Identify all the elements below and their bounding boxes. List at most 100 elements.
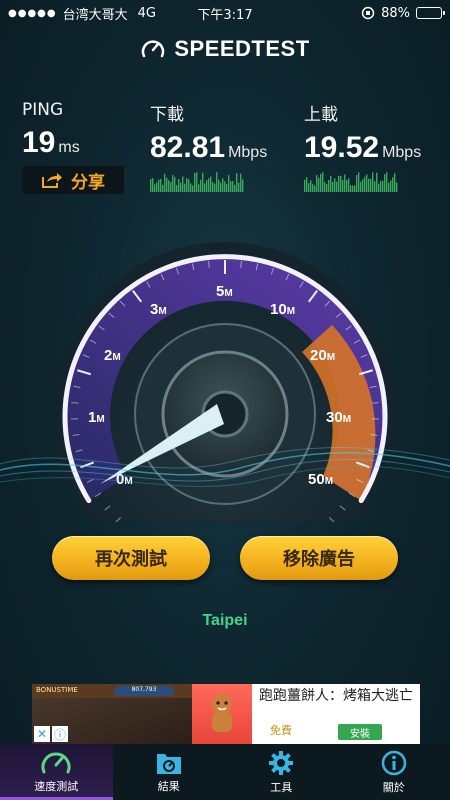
- sparkline-bar: [360, 181, 362, 192]
- sparkline-bar: [344, 174, 346, 192]
- sparkline-bar: [378, 183, 380, 192]
- carrier-name: 台湾大哥大: [62, 7, 128, 23]
- ad-controls: ✕ ⓘ: [34, 726, 68, 742]
- sparkline-bar: [226, 183, 228, 192]
- tab-about[interactable]: 關於: [338, 744, 450, 800]
- sparkline-bar: [340, 175, 342, 192]
- sparkline-bar: [388, 182, 390, 192]
- sparkline-bar: [374, 181, 376, 192]
- sparkline-bar: [234, 184, 236, 192]
- sparkline-bar: [372, 172, 374, 192]
- sparkline-bar: [306, 177, 308, 192]
- ad-app-icon[interactable]: [192, 684, 252, 744]
- sparkline-bar: [160, 178, 162, 192]
- sparkline-bar: [186, 178, 188, 192]
- ad-banner[interactable]: BONUSTIME 807,793 ✕ ⓘ 跑跑薑餅人：烤箱大逃亡 免費 安裝: [32, 684, 420, 744]
- remove-ads-button[interactable]: 移除廣告: [240, 536, 398, 580]
- sparkline-bar: [324, 181, 326, 192]
- ad-text[interactable]: 跑跑薑餅人：烤箱大逃亡 免費 安裝: [252, 684, 420, 744]
- sparkline-bar: [356, 174, 358, 192]
- tab-tools[interactable]: 工具: [225, 744, 338, 800]
- tab-label: 速度測試: [34, 779, 79, 793]
- upload-label: 上載: [304, 105, 338, 125]
- ad-close-icon[interactable]: ✕: [34, 726, 50, 742]
- sparkline-bar: [354, 185, 356, 192]
- speedometer-icon: [41, 752, 71, 773]
- ping-unit: ms: [58, 139, 80, 156]
- sparkline-bar: [314, 185, 316, 192]
- battery-percent: 88%: [381, 5, 410, 21]
- download-metric: 下載 82.81 Mbps: [150, 100, 267, 165]
- speedometer-logo-icon: [142, 40, 165, 58]
- sparkline-bar: [338, 176, 340, 192]
- sparkline-bar: [172, 175, 174, 192]
- sparkline-bar: [240, 173, 242, 192]
- download-unit: Mbps: [228, 144, 268, 161]
- gear-icon: [269, 751, 294, 775]
- sparkline-bar: [238, 182, 240, 192]
- sparkline-bar: [154, 184, 156, 192]
- sparkline-bar: [196, 172, 198, 192]
- sparkline-bar: [390, 180, 392, 192]
- sparkline-bar: [386, 172, 388, 192]
- download-sparkline: [150, 172, 244, 192]
- upload-value-row: 19.52 Mbps: [304, 131, 421, 165]
- sparkline-bar: [158, 179, 160, 192]
- sparkline-bar: [152, 178, 154, 192]
- sparkline-bar: [230, 181, 232, 192]
- status-bar: ●●●●● 台湾大哥大 4G 下午3:17 88%: [0, 0, 450, 26]
- tab-bar: 速度測試 結果 工具 關於: [0, 744, 450, 800]
- upload-sparkline: [304, 172, 398, 192]
- sparkline-bar: [316, 175, 318, 192]
- upload-metric: 上載 19.52 Mbps: [304, 100, 421, 165]
- sparkline-bar: [368, 178, 370, 192]
- results-icon: [156, 754, 181, 774]
- sparkline-bar: [370, 178, 372, 192]
- download-value-row: 82.81 Mbps: [150, 131, 267, 165]
- share-label: 分享: [71, 172, 105, 193]
- share-button[interactable]: 分享: [22, 166, 124, 194]
- sparkline-bar: [376, 172, 378, 192]
- network-type: 4G: [137, 5, 157, 21]
- sparkline-bar: [204, 183, 206, 192]
- sparkline-bar: [192, 185, 194, 192]
- sparkline-bar: [384, 174, 386, 192]
- sparkline-bar: [308, 183, 310, 192]
- ping-label: PING: [22, 100, 64, 120]
- sparkline-bar: [334, 178, 336, 192]
- sparkline-bar: [182, 176, 184, 192]
- sparkline-bar: [396, 182, 398, 192]
- sparkline-bar: [364, 176, 366, 192]
- sparkline-bar: [392, 177, 394, 192]
- sparkline-bar: [220, 182, 222, 192]
- sparkline-bar: [304, 179, 306, 192]
- sparkline-bar: [342, 179, 344, 192]
- sparkline-bar: [236, 173, 238, 192]
- info-icon: [381, 750, 406, 776]
- sparkline-bar: [382, 180, 384, 192]
- app-logo: SPEEDTEST: [0, 36, 450, 62]
- tab-results[interactable]: 結果: [113, 744, 226, 800]
- ad-free-label: 免費: [270, 724, 292, 737]
- tab-speedtest[interactable]: 速度測試: [0, 744, 113, 800]
- sparkline-bar: [202, 172, 204, 192]
- sparkline-bar: [322, 172, 324, 192]
- sparkline-bar: [310, 180, 312, 192]
- sparkline-bar: [232, 181, 234, 192]
- upload-unit: Mbps: [382, 144, 422, 161]
- ad-info-icon[interactable]: ⓘ: [52, 726, 68, 742]
- ad-game-screenshot[interactable]: BONUSTIME 807,793 ✕ ⓘ: [32, 684, 192, 744]
- download-value: 82.81: [150, 131, 226, 164]
- sparkline-bar: [216, 172, 218, 192]
- sparkline-bar: [190, 183, 192, 192]
- orientation-lock-icon: [361, 6, 375, 20]
- ad-install-button[interactable]: 安裝: [338, 724, 382, 740]
- sparkline-bar: [188, 179, 190, 192]
- retest-button[interactable]: 再次測試: [52, 536, 210, 580]
- sparkline-bar: [214, 183, 216, 192]
- sparkline-bar: [184, 183, 186, 192]
- sparkline-bar: [336, 181, 338, 192]
- server-location[interactable]: Taipei: [0, 612, 450, 630]
- sparkline-bar: [166, 177, 168, 192]
- sparkline-bar: [168, 180, 170, 192]
